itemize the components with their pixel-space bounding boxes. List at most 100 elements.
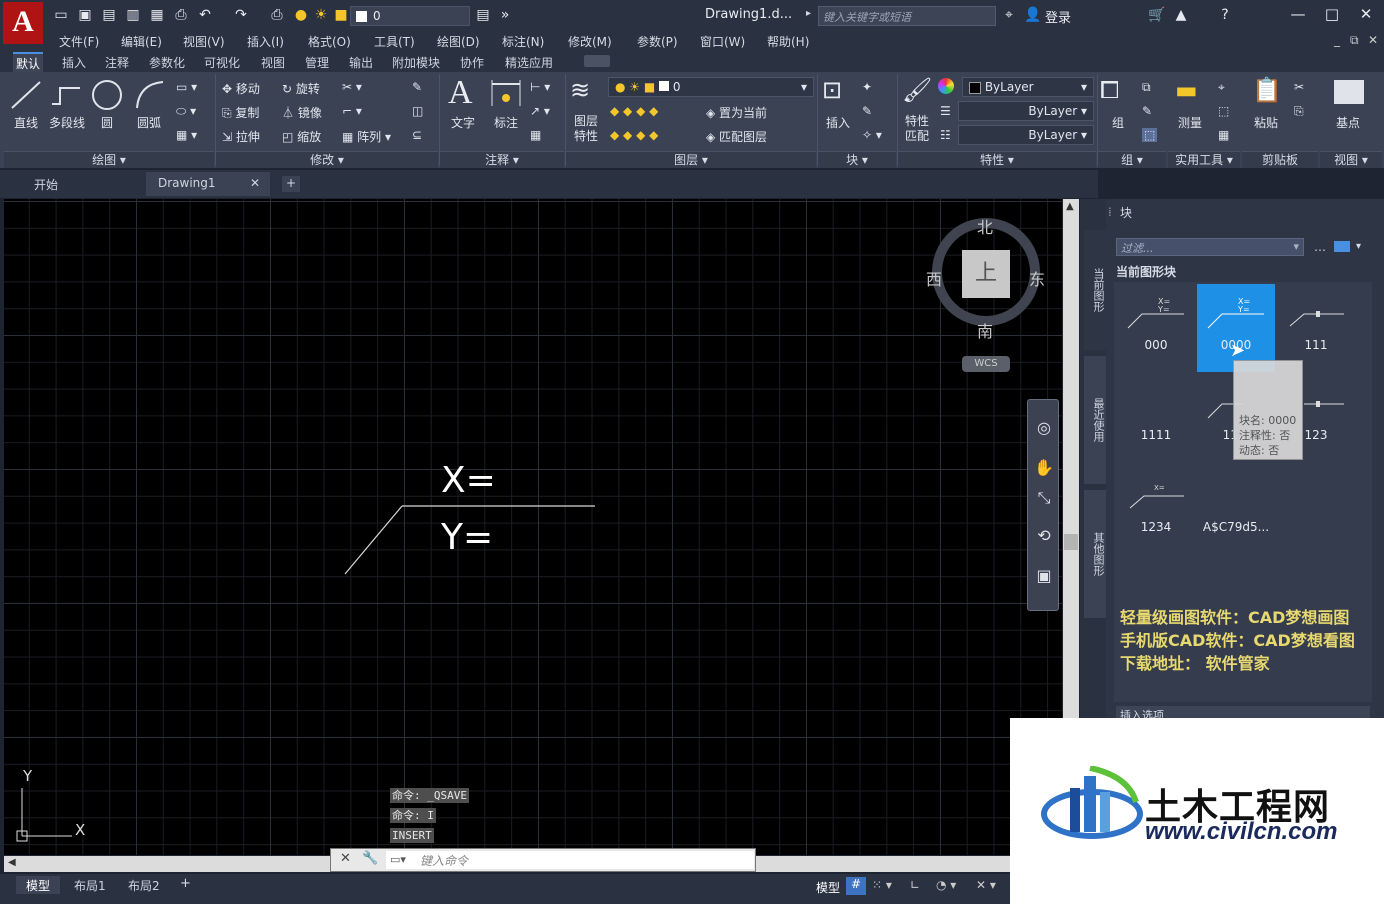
layers-panel-title[interactable]: 图层 ▾ — [566, 151, 816, 168]
compass-south[interactable]: 南 — [977, 318, 993, 342]
menu-draw[interactable]: 绘图(D) — [437, 33, 480, 50]
menu-modify[interactable]: 修改(M) — [568, 33, 612, 50]
text-label[interactable]: 文字 — [451, 114, 475, 131]
rotate-tool[interactable]: ↻ 旋转 — [282, 80, 320, 97]
calculator-icon[interactable]: ▦ — [1218, 128, 1229, 142]
tab-start[interactable]: 开始 — [22, 172, 70, 196]
block-item[interactable]: A$C79d5... — [1197, 466, 1275, 554]
polyline-icon[interactable] — [50, 80, 84, 110]
lock-icon[interactable]: ■ — [332, 6, 350, 24]
match-properties-icon[interactable]: 🖌 — [902, 76, 932, 104]
group-icon[interactable]: ⧠ — [1100, 76, 1119, 104]
copy-tool[interactable]: ⎘ 复制 — [222, 104, 259, 121]
dimension-label[interactable]: 标注 — [494, 114, 518, 131]
view-panel-title[interactable]: 视图 ▾ — [1320, 151, 1382, 168]
menu-edit[interactable]: 编辑(E) — [121, 33, 162, 50]
set-current-tool[interactable]: ◈ 置为当前 — [706, 104, 767, 121]
base-point-icon[interactable] — [1334, 80, 1364, 104]
tab-addins[interactable]: 附加模块 — [389, 54, 443, 71]
menu-insert[interactable]: 插入(I) — [247, 33, 284, 50]
layout-tab-2[interactable]: 布局2 — [118, 876, 170, 894]
wcs-menu[interactable]: WCS — [962, 356, 1010, 372]
undo-icon[interactable]: ↶ — [196, 6, 214, 24]
color-wheel-icon[interactable] — [938, 78, 954, 94]
layout-tab-1[interactable]: 布局1 — [64, 876, 116, 894]
add-layout-icon[interactable]: + — [180, 876, 191, 891]
match-properties-label[interactable]: 特性 匹配 — [905, 114, 929, 144]
tab-insert[interactable]: 插入 — [59, 54, 89, 71]
color-dropdown[interactable]: ByLayer ▾ — [962, 77, 1094, 97]
properties-panel-title[interactable]: 特性 ▾ — [898, 151, 1096, 168]
text-icon[interactable]: A — [448, 74, 473, 112]
tab-manage[interactable]: 管理 — [302, 54, 332, 71]
maximize-icon[interactable]: □ — [1322, 5, 1342, 23]
groups-panel-title[interactable]: 组 ▾ — [1098, 151, 1166, 168]
insert-label[interactable]: 插入 — [826, 114, 850, 131]
doc-close-icon[interactable]: ✕ — [1368, 33, 1378, 47]
select-all-icon[interactable]: ⬚ — [1218, 104, 1229, 118]
ortho-icon[interactable]: ∟ — [910, 878, 920, 892]
customize-icon[interactable]: 🔧 — [362, 851, 378, 866]
lineweight-dropdown[interactable]: ByLayer ▾ — [958, 125, 1094, 145]
cut-icon[interactable]: ✂ — [1294, 80, 1304, 94]
web-save-icon[interactable]: ▦ — [148, 6, 166, 24]
offset-icon[interactable]: ⊆ — [412, 128, 422, 142]
close-icon[interactable]: ✕ — [1356, 5, 1376, 23]
sun-icon[interactable]: ☀ — [312, 6, 330, 24]
compass-west[interactable]: 西 — [926, 266, 942, 290]
command-prompt-icon[interactable]: ▭▾ — [390, 853, 406, 866]
layer-tools-row2[interactable]: ◆ ◆ ◆ ◆ — [610, 128, 658, 142]
dimension-icon[interactable] — [488, 78, 524, 110]
insert-options-header[interactable]: 插入选项 — [1116, 706, 1370, 718]
tab-annotate[interactable]: 注释 — [102, 54, 132, 71]
tab-other-drawings[interactable]: 其他图形 — [1084, 490, 1106, 618]
id-point-icon[interactable]: ⌖ — [1218, 80, 1225, 95]
command-input[interactable]: 键入命令 — [386, 851, 754, 869]
menu-parameter[interactable]: 参数(P) — [637, 33, 678, 50]
modify-panel-title[interactable]: 修改 ▾ — [216, 151, 438, 168]
snap-icon[interactable]: ⁙ ▾ — [872, 878, 892, 892]
scroll-up-icon[interactable]: ▲ — [1066, 201, 1074, 212]
quick-layer-dropdown[interactable]: 0 — [350, 6, 470, 26]
mirror-tool[interactable]: ⏃ 镜像 — [282, 104, 322, 121]
paste-label[interactable]: 粘贴 — [1254, 114, 1278, 131]
view-mode-icon[interactable] — [1334, 241, 1350, 252]
doc-minimize-icon[interactable]: _ — [1334, 33, 1340, 47]
model-space-button[interactable]: 模型 — [816, 879, 840, 896]
utilities-panel-title[interactable]: 实用工具 ▾ — [1168, 151, 1240, 168]
match-layer-tool[interactable]: ◈ 匹配图层 — [706, 128, 767, 145]
stretch-tool[interactable]: ⇲ 拉伸 — [222, 128, 260, 145]
menu-format[interactable]: 格式(O) — [308, 33, 351, 50]
tab-default[interactable]: 默认 — [13, 52, 44, 72]
isodraft-icon[interactable]: ✕ ▾ — [976, 878, 996, 892]
polar-icon[interactable]: ◔ ▾ — [936, 878, 956, 892]
help-icon[interactable]: ? — [1216, 6, 1234, 24]
circle-label[interactable]: 圆 — [101, 114, 113, 131]
hatch-icon[interactable]: ⬭ ▾ — [176, 104, 196, 119]
zoom-icon[interactable]: ⤡ — [1033, 488, 1055, 510]
layout-tab-model[interactable]: 模型 — [16, 876, 61, 894]
more-options-icon[interactable]: … — [1314, 240, 1326, 254]
minimize-icon[interactable]: — — [1288, 5, 1308, 23]
explode-icon[interactable]: ◫ — [412, 104, 423, 118]
insert-block-icon[interactable]: ⊡ — [822, 76, 842, 104]
paste-icon[interactable]: 📋 — [1252, 76, 1282, 104]
linear-dim-icon[interactable]: ⊢ ▾ — [530, 80, 550, 94]
tab-view[interactable]: 视图 — [258, 54, 288, 71]
linetype-dropdown[interactable]: ByLayer ▾ — [958, 101, 1094, 121]
measure-icon[interactable]: ▬ — [1175, 76, 1198, 104]
doc-restore-icon[interactable]: ⧉ — [1350, 33, 1359, 48]
table-icon[interactable]: ▦ ▾ — [176, 128, 197, 142]
plot-icon[interactable]: ⎙ — [268, 6, 286, 24]
line-icon[interactable] — [8, 78, 44, 112]
expand-icon[interactable]: » — [496, 6, 514, 24]
web-open-icon[interactable]: ▥ — [124, 6, 142, 24]
viewcube-top-face[interactable]: 上 — [962, 250, 1010, 298]
save-icon[interactable]: ▣ — [76, 6, 94, 24]
menu-dimension[interactable]: 标注(N) — [502, 33, 544, 50]
line-label[interactable]: 直线 — [14, 114, 38, 131]
tab-featured[interactable]: 精选应用 — [502, 54, 556, 71]
rectangle-icon[interactable]: ▭ ▾ — [176, 80, 197, 94]
showmotion-icon[interactable]: ▣ — [1033, 566, 1055, 588]
workspace-icon[interactable]: ▤ — [474, 6, 492, 24]
